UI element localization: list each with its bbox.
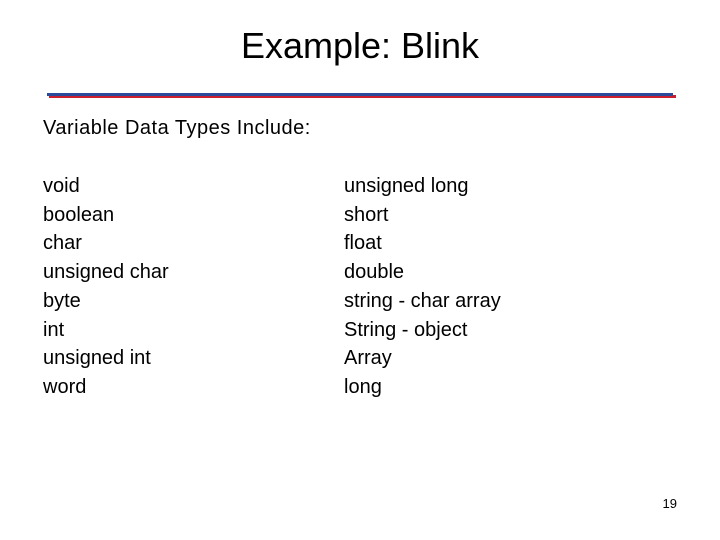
list-item: String - object: [344, 318, 468, 341]
list-item: double: [344, 261, 405, 284]
data-types-right-column: unsigned long short float double string …: [344, 172, 501, 402]
title-underline: [47, 93, 676, 98]
list-item: string - char array: [344, 289, 501, 312]
slide: Example: Blink Variable Data Types Inclu…: [0, 0, 720, 540]
slide-title: Example: Blink: [240, 25, 480, 66]
list-item: void: [43, 175, 80, 197]
list-item: char: [43, 232, 82, 255]
list-item: float: [344, 232, 382, 255]
list-item: unsigned char: [43, 261, 169, 284]
list-item: unsigned long: [344, 175, 469, 197]
slide-subtitle: Variable Data Types Include:: [43, 117, 311, 139]
data-types-left-column: void boolean char unsigned char byte int…: [43, 172, 169, 402]
list-item: byte: [43, 289, 81, 312]
list-item: boolean: [43, 203, 115, 226]
underline-blue-stripe: [47, 93, 673, 96]
list-item: Array: [344, 347, 392, 370]
list-item: word: [43, 375, 87, 398]
page-number: 19: [662, 496, 677, 511]
list-item: unsigned int: [43, 347, 151, 370]
list-item: int: [43, 318, 65, 341]
list-item: short: [344, 203, 389, 226]
list-item: long: [344, 375, 382, 398]
